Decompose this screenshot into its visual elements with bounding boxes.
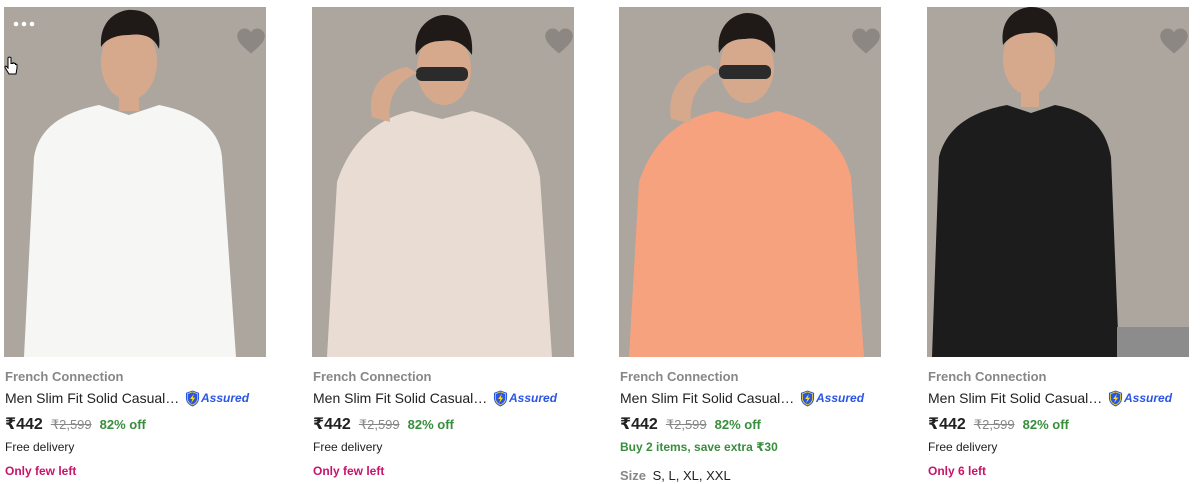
- assured-shield-icon: [800, 390, 815, 407]
- heart-icon[interactable]: [236, 27, 266, 55]
- product-title[interactable]: Men Slim Fit Solid Casual Shirt: [5, 390, 181, 406]
- assured-shield-icon: [493, 390, 508, 407]
- title-row[interactable]: Men Slim Fit Solid Casual Shirt Assured: [928, 389, 1190, 407]
- selling-price: ₹442: [620, 416, 658, 433]
- size-values: S, L, XL, XXL: [652, 468, 731, 483]
- heart-icon[interactable]: [851, 27, 881, 55]
- stock-info: Only few left: [313, 464, 385, 478]
- selling-price: ₹442: [313, 416, 351, 433]
- brand-name: French Connection: [5, 369, 124, 384]
- original-price: ₹2,599: [973, 417, 1015, 432]
- stock-info: Only 6 left: [928, 464, 987, 478]
- bundle-offer: Buy 2 items, save extra ₹30: [620, 440, 778, 454]
- product-image[interactable]: [619, 7, 881, 357]
- original-price: ₹2,599: [358, 417, 400, 432]
- product-image[interactable]: [312, 7, 574, 357]
- discount-percent: 82% off: [1022, 417, 1069, 432]
- brand-name: French Connection: [928, 369, 1047, 384]
- product-image[interactable]: [4, 7, 266, 357]
- stock-info: Only few left: [5, 464, 77, 478]
- size-options: Size S, L, XL, XXL: [620, 468, 731, 483]
- heart-icon[interactable]: [544, 27, 574, 55]
- original-price: ₹2,599: [50, 417, 92, 432]
- model-photo: [619, 7, 881, 357]
- title-row[interactable]: Men Slim Fit Solid Casual Shirt Assured: [620, 389, 882, 407]
- product-card[interactable]: French Connection Men Slim Fit Solid Cas…: [927, 0, 1189, 484]
- price-row: ₹442 ₹2,599 82% off: [313, 414, 454, 434]
- original-price: ₹2,599: [665, 417, 707, 432]
- product-card[interactable]: French Connection Men Slim Fit Solid Cas…: [619, 0, 881, 484]
- model-photo: [927, 7, 1189, 357]
- heart-icon[interactable]: [1159, 27, 1189, 55]
- delivery-info: Free delivery: [928, 440, 998, 454]
- model-photo: [4, 7, 266, 357]
- product-title[interactable]: Men Slim Fit Solid Casual Shirt: [620, 390, 796, 406]
- selling-price: ₹442: [5, 416, 43, 433]
- assured-shield-icon: [185, 390, 200, 407]
- assured-label: Assured: [1124, 391, 1173, 405]
- delivery-info: Free delivery: [5, 440, 75, 454]
- delivery-info: Free delivery: [313, 440, 383, 454]
- title-row[interactable]: Men Slim Fit Solid Casual Shirt Assured: [313, 389, 575, 407]
- selling-price: ₹442: [928, 416, 966, 433]
- more-options-icon[interactable]: [12, 19, 36, 29]
- price-row: ₹442 ₹2,599 82% off: [5, 414, 146, 434]
- assured-badge: Assured: [493, 389, 557, 407]
- product-card[interactable]: French Connection Men Slim Fit Solid Cas…: [312, 0, 574, 484]
- assured-label: Assured: [816, 391, 865, 405]
- product-title[interactable]: Men Slim Fit Solid Casual Shirt: [313, 390, 489, 406]
- assured-label: Assured: [201, 391, 250, 405]
- assured-badge: Assured: [185, 389, 249, 407]
- hand-cursor-icon: [4, 56, 18, 75]
- assured-badge: Assured: [1108, 389, 1172, 407]
- price-row: ₹442 ₹2,599 82% off: [620, 414, 761, 434]
- product-title[interactable]: Men Slim Fit Solid Casual Shirt: [928, 390, 1104, 406]
- discount-percent: 82% off: [99, 417, 146, 432]
- brand-name: French Connection: [620, 369, 739, 384]
- brand-name: French Connection: [313, 369, 432, 384]
- assured-badge: Assured: [800, 389, 864, 407]
- assured-shield-icon: [1108, 390, 1123, 407]
- price-row: ₹442 ₹2,599 82% off: [928, 414, 1069, 434]
- size-label: Size: [620, 468, 647, 483]
- title-row[interactable]: Men Slim Fit Solid Casual Shirt Assured: [5, 389, 267, 407]
- discount-percent: 82% off: [714, 417, 761, 432]
- product-card[interactable]: French Connection Men Slim Fit Solid Cas…: [4, 0, 266, 484]
- assured-label: Assured: [509, 391, 558, 405]
- product-image[interactable]: [927, 7, 1189, 357]
- model-photo: [312, 7, 574, 357]
- discount-percent: 82% off: [407, 417, 454, 432]
